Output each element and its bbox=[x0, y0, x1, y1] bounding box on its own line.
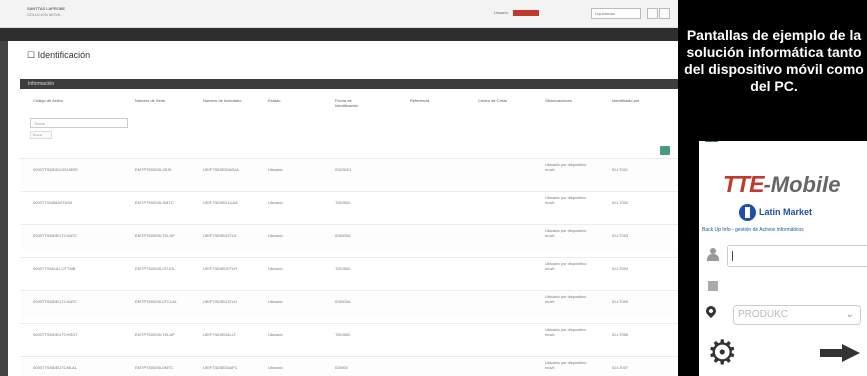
table-row[interactable]: 0000TTSMDDUXSLMBS EMTPT5000SLXEIS UEIF73D5… bbox=[20, 158, 678, 186]
table-cell: UEIF73D5ED5AFC bbox=[203, 365, 238, 370]
user-icon bbox=[707, 248, 719, 261]
pc-screen: SANTTAS LAPROBE SOLUCION MOVIL Usuario: … bbox=[0, 0, 678, 376]
table-cell: ID0500 bbox=[335, 365, 348, 370]
location-select[interactable]: PRODUKC ⌄ bbox=[733, 305, 861, 325]
column-header[interactable]: Número de Inventario bbox=[203, 98, 241, 103]
table-cell: Ubicado por dispositivo movil bbox=[545, 228, 587, 238]
table-cell: EMTPT5000SL0MTC bbox=[135, 365, 174, 370]
table-cell: Ubicado bbox=[268, 200, 283, 205]
side-strip bbox=[0, 41, 8, 376]
arrow-right-icon[interactable] bbox=[820, 344, 865, 362]
lock-icon bbox=[708, 281, 718, 291]
table-cell: ID:LT003 bbox=[612, 233, 629, 238]
table-cell: TID0500 bbox=[335, 332, 351, 337]
brand-logo: Latin Market bbox=[739, 204, 823, 221]
filter-input[interactable]: Todos bbox=[30, 118, 128, 128]
table-cell: Ubicado por dispositivo movil bbox=[545, 195, 587, 205]
table-cell: UEIF73D5ED0TLR bbox=[203, 266, 238, 271]
table-cell: UEIF73D5ED3TLD bbox=[203, 299, 238, 304]
table-cell: ID:LT007 bbox=[612, 365, 629, 370]
export-button[interactable] bbox=[660, 146, 670, 155]
table-cell: ID0500A bbox=[335, 299, 351, 304]
table-cell: Ubicado bbox=[268, 332, 283, 337]
table-cell: ID:LT001 bbox=[612, 167, 629, 172]
table-cell: 0000TTSMDDUXSLMBS bbox=[33, 167, 78, 172]
table-cell: EMTPT5000SL0TCLAL bbox=[135, 299, 178, 304]
table-cell: EMTPT5000SL0TUOL bbox=[135, 266, 176, 271]
column-header[interactable]: Identificado por bbox=[612, 98, 639, 103]
table-cell: Ubicado bbox=[268, 266, 283, 271]
status-tag bbox=[705, 141, 718, 142]
table-cell: UEIF73D5ED1UAA bbox=[203, 200, 238, 205]
column-header[interactable]: Estado bbox=[268, 98, 280, 103]
gear-icon[interactable]: ⚙ bbox=[707, 336, 737, 370]
filter-button[interactable]: Buscar bbox=[30, 131, 52, 139]
chevron-down-icon: ⌄ bbox=[845, 309, 854, 320]
brand-tagline: Back Up Info - gestión de Activos inform… bbox=[702, 227, 804, 233]
brand-circle-icon bbox=[739, 204, 756, 221]
column-header[interactable]: Observaciones bbox=[545, 98, 572, 103]
table-row[interactable]: 0000TTSMDEUTCHATC EMTPT5000SL0TCLAL UEIF73… bbox=[20, 290, 678, 318]
table-cell: 0000TTSMIMASTAS5 bbox=[33, 200, 73, 205]
header-label: Usuario: bbox=[494, 10, 509, 15]
section-header: Información bbox=[20, 79, 678, 89]
header-select-value: Liquidacion bbox=[595, 11, 616, 16]
password-field[interactable] bbox=[727, 275, 867, 295]
table-cell: ID0500A bbox=[335, 233, 351, 238]
table-cell: UEIF73D5ED2TLE bbox=[203, 233, 237, 238]
table-cell: Ubicado bbox=[268, 299, 283, 304]
column-header[interactable]: Centro de Costo bbox=[478, 98, 507, 103]
table-row[interactable]: 0000TTSMIMASTAS5 EMTPT5000SLSMTC UEIF73D5E… bbox=[20, 191, 678, 219]
table-cell: Ubicado bbox=[268, 167, 283, 172]
table-cell: Ubicado por dispositivo movil bbox=[545, 327, 587, 337]
app-title: SANTTAS LAPROBE bbox=[27, 6, 66, 11]
table-cell: Ubicado por dispositivo movil bbox=[545, 162, 587, 172]
column-header[interactable]: Fecha de Identificación bbox=[335, 98, 375, 108]
table-cell: ID:LT005 bbox=[612, 299, 629, 304]
table-cell: Ubicado bbox=[268, 365, 283, 370]
table-cell: Ubicado por dispositivo movil bbox=[545, 360, 587, 370]
user-badge[interactable] bbox=[513, 10, 539, 16]
table-cell: EMTPT5000SLSMTC bbox=[135, 200, 174, 205]
table-cell: 0000TTSMDEUTCHSOT bbox=[33, 332, 78, 337]
header-select[interactable]: Liquidacion bbox=[591, 8, 641, 19]
table-cell: 0000TTSM0JLLOTTMB bbox=[33, 266, 76, 271]
table-row[interactable]: 0000TTSMDEUTCMLAL EMTPT5000SL0MTC UEIF73D5… bbox=[20, 356, 678, 376]
app-logo: TTE-Mobile bbox=[723, 171, 841, 197]
table-cell: Ubicado bbox=[268, 233, 283, 238]
phone-screen: TTE-Mobile Latin Market Back Up Info - g… bbox=[699, 141, 867, 376]
table-cell: 0000TTSMDEUTCMLAL bbox=[33, 365, 78, 370]
table-row[interactable]: 0000TTSM0JLLOTTMB EMTPT5000SL0TUOL UEIF73D… bbox=[20, 257, 678, 285]
app-header: SANTTAS LAPROBE SOLUCION MOVIL Usuario: … bbox=[0, 0, 678, 28]
table-cell: EMTPT5000SLTELAP bbox=[135, 233, 175, 238]
table-row[interactable]: 0000TTSMDEUTCHSOT EMTPT5000SLTELAP UEIF73D… bbox=[20, 323, 678, 351]
location-pin-icon bbox=[703, 303, 719, 319]
table-cell: UEIF73D5ED0M1IA bbox=[203, 167, 239, 172]
help-button[interactable] bbox=[659, 8, 670, 19]
add-button[interactable] bbox=[647, 8, 658, 19]
table-cell: Ubicado por dispositivo movil bbox=[545, 294, 587, 304]
caption: Pantallas de ejemplo de la solución info… bbox=[684, 27, 864, 94]
page-title-icon: ☐ bbox=[27, 50, 38, 60]
table-cell: ID:LT004 bbox=[612, 266, 629, 271]
table-cell: TID0500 bbox=[335, 200, 351, 205]
nav-band bbox=[0, 28, 678, 41]
column-header[interactable]: Número de Serie bbox=[135, 98, 165, 103]
table-cell: Ubicado por dispositivo movil bbox=[545, 261, 587, 271]
column-header[interactable]: Referencia bbox=[410, 98, 429, 103]
table-cell: 0000TTSMDEUTCHATC bbox=[33, 299, 78, 304]
table-cell: EMTPT5000SLTELAP bbox=[135, 332, 175, 337]
app-subtitle: SOLUCION MOVIL bbox=[27, 12, 62, 17]
table-cell: 0000TTSMDEUTCHATC bbox=[33, 233, 78, 238]
table-cell: EMTPT5000SLXEIS bbox=[135, 167, 172, 172]
column-header[interactable]: Código de Activo bbox=[33, 98, 63, 103]
table-cell: ID:LT002 bbox=[612, 200, 629, 205]
table-cell: TID0500 bbox=[335, 266, 351, 271]
table-cell: ID:LT006 bbox=[612, 332, 629, 337]
page-title: ☐ Identificación bbox=[27, 50, 91, 60]
table-cell: ID0/5001 bbox=[335, 167, 352, 172]
username-field[interactable] bbox=[727, 245, 867, 267]
table-row[interactable]: 0000TTSMDEUTCHATC EMTPT5000SLTELAP UEIF73D… bbox=[20, 224, 678, 252]
table-cell: UEIF73D5ED4LLT bbox=[203, 332, 237, 337]
